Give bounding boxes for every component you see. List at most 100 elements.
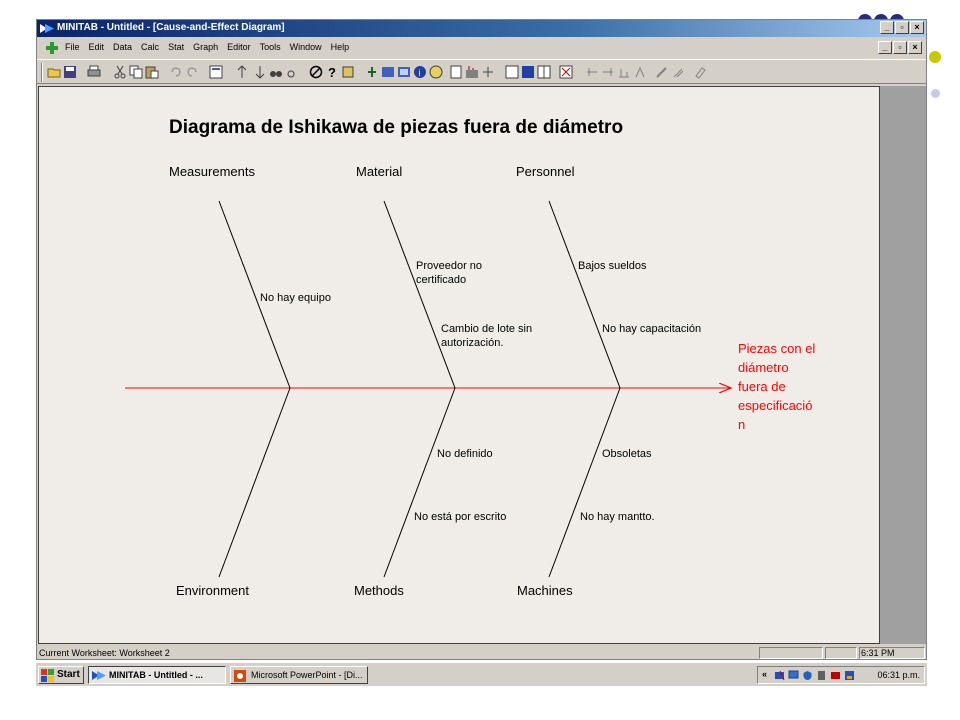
- doc-close-button[interactable]: ×: [908, 41, 922, 54]
- worksheet-icon[interactable]: [381, 65, 395, 79]
- eraser-icon[interactable]: [693, 65, 707, 79]
- category-measurements: Measurements: [169, 164, 255, 179]
- open-icon[interactable]: [47, 65, 61, 79]
- menu-data[interactable]: Data: [113, 42, 132, 52]
- worksheet-plus-icon: [46, 42, 58, 54]
- status-cell-1: [759, 647, 823, 659]
- paste-icon[interactable]: [145, 65, 159, 79]
- find-next-icon[interactable]: [285, 65, 299, 79]
- tray-expand[interactable]: «: [762, 669, 767, 679]
- undo-icon[interactable]: [169, 65, 183, 79]
- effect-line-1: Piezas con el: [738, 341, 815, 356]
- minitab-task-icon: [92, 671, 106, 680]
- graph-window-background: [880, 86, 926, 644]
- find-icon[interactable]: [269, 65, 283, 79]
- cause-proveedor-line-2: certificado: [416, 274, 466, 286]
- layout-tool-1-icon[interactable]: [585, 65, 599, 79]
- edit-last-dialog-icon[interactable]: [209, 65, 223, 79]
- cause-no-definido: No definido: [437, 448, 493, 460]
- start-button[interactable]: Start: [38, 666, 84, 684]
- session-icon[interactable]: [341, 65, 355, 79]
- slide-dot-lavender: [931, 89, 940, 98]
- task-powerpoint-label: Microsoft PowerPoint - [Di...: [251, 670, 363, 680]
- info-icon[interactable]: i: [413, 65, 427, 79]
- help-icon[interactable]: ?: [325, 65, 339, 79]
- bone-personnel: [548, 200, 621, 389]
- bone-methods: [383, 387, 456, 578]
- bone-machines: [548, 387, 621, 578]
- cause-bajos-sueldos: Bajos sueldos: [578, 260, 647, 272]
- powerpoint-icon: [234, 670, 246, 682]
- title-bar[interactable]: MINITAB - Untitled - [Cause-and-Effect D…: [37, 20, 926, 37]
- layout-tool-4-icon[interactable]: [633, 65, 647, 79]
- window-title: MINITAB - Untitled - [Cause-and-Effect D…: [57, 22, 285, 33]
- minitab-window: MINITAB - Untitled - [Cause-and-Effect D…: [36, 19, 927, 660]
- minimize-button[interactable]: _: [880, 21, 894, 34]
- menu-tools[interactable]: Tools: [260, 42, 281, 52]
- tile-graphs-icon[interactable]: [537, 65, 551, 79]
- graph-folder-icon[interactable]: [465, 65, 479, 79]
- close-graphs-icon[interactable]: [559, 65, 573, 79]
- show-graphs-icon[interactable]: [505, 65, 519, 79]
- doc-restore-button[interactable]: ▫: [893, 41, 907, 54]
- layout-tool-3-icon[interactable]: [617, 65, 631, 79]
- toolbar-separator: [41, 63, 43, 82]
- menu-editor[interactable]: Editor: [227, 42, 251, 52]
- graph-window[interactable]: Diagrama de Ishikawa de piezas fuera de …: [38, 86, 880, 644]
- doc-minimize-button[interactable]: _: [878, 41, 892, 54]
- minitab-app-icon: [40, 24, 54, 33]
- category-environment: Environment: [176, 583, 249, 598]
- copy-icon[interactable]: [129, 65, 143, 79]
- cancel-icon[interactable]: [309, 65, 323, 79]
- brush-icon[interactable]: [655, 65, 669, 79]
- menu-edit[interactable]: Edit: [89, 42, 105, 52]
- graph-window-icon[interactable]: [397, 65, 411, 79]
- save-icon[interactable]: [63, 65, 77, 79]
- category-machines: Machines: [517, 583, 573, 598]
- start-label: Start: [57, 669, 80, 680]
- status-clock: 6:31 PM: [861, 648, 895, 658]
- arrow-down-icon[interactable]: [253, 65, 267, 79]
- status-bar: Current Worksheet: Worksheet 2 6:31 PM: [37, 646, 926, 660]
- slide-page: MINITAB - Untitled - [Cause-and-Effect D…: [0, 0, 960, 720]
- windows-taskbar: Start MINITAB - Untitled - ... Microsoft…: [36, 662, 927, 686]
- layout-tool-2-icon[interactable]: [601, 65, 615, 79]
- print-icon[interactable]: [87, 65, 101, 79]
- bone-environment: [218, 387, 291, 578]
- diagram-title: Diagrama de Ishikawa de piezas fuera de …: [169, 117, 623, 138]
- restore-button[interactable]: ▫: [895, 21, 909, 34]
- project-manager-icon[interactable]: [365, 65, 379, 79]
- task-powerpoint[interactable]: Microsoft PowerPoint - [Di...: [230, 666, 368, 684]
- tray-network-icon[interactable]: [774, 670, 785, 681]
- menu-help[interactable]: Help: [331, 42, 350, 52]
- category-personnel: Personnel: [516, 164, 575, 179]
- tray-monitor-icon[interactable]: [788, 670, 799, 681]
- tray-antivirus-icon[interactable]: [830, 670, 841, 681]
- category-methods: Methods: [354, 583, 404, 598]
- effect-line-4: especificació: [738, 398, 812, 413]
- menu-graph[interactable]: Graph: [193, 42, 218, 52]
- tray-security-icon[interactable]: [802, 670, 813, 681]
- report-pad-icon[interactable]: [449, 65, 463, 79]
- menu-file[interactable]: File: [65, 42, 80, 52]
- history-icon[interactable]: [429, 65, 443, 79]
- manage-graphs-icon[interactable]: [521, 65, 535, 79]
- windows-logo-icon: [41, 669, 54, 682]
- arrow-up-icon[interactable]: [235, 65, 249, 79]
- close-button[interactable]: ×: [910, 21, 924, 34]
- task-minitab[interactable]: MINITAB - Untitled - ...: [88, 666, 226, 684]
- brush-2-icon[interactable]: [671, 65, 685, 79]
- svg-text:i: i: [419, 68, 421, 78]
- effect-line-3: fuera de: [738, 379, 786, 394]
- cut-icon[interactable]: [113, 65, 127, 79]
- related-docs-icon[interactable]: [481, 65, 495, 79]
- svg-text:?: ?: [328, 65, 336, 79]
- tray-app-icon[interactable]: [844, 670, 855, 681]
- menu-calc[interactable]: Calc: [141, 42, 159, 52]
- menu-window[interactable]: Window: [290, 42, 322, 52]
- tray-speaker-icon[interactable]: [816, 670, 827, 681]
- bone-material: [383, 200, 456, 389]
- menu-stat[interactable]: Stat: [168, 42, 184, 52]
- cause-cambio-lote-line-1: Cambio de lote sin: [441, 323, 532, 335]
- redo-icon[interactable]: [185, 65, 199, 79]
